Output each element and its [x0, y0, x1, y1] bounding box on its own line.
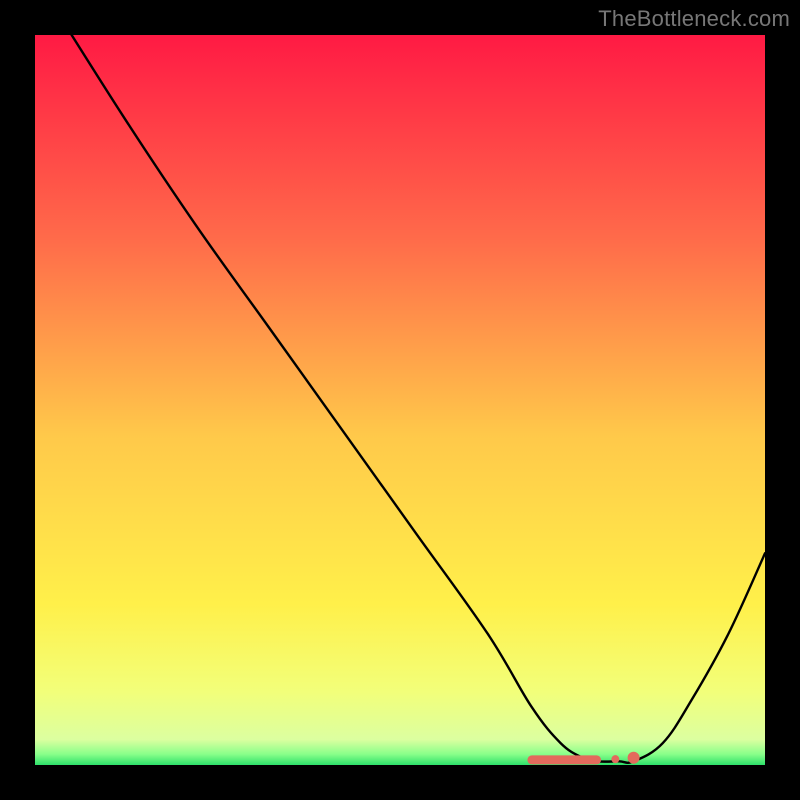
marker-dot: [611, 755, 619, 763]
gradient-background: [35, 35, 765, 765]
marker-run: [527, 755, 601, 764]
watermark-text: TheBottleneck.com: [598, 6, 790, 32]
plot-area: [35, 35, 765, 765]
marker-dot: [628, 752, 640, 764]
chart-frame: TheBottleneck.com: [0, 0, 800, 800]
chart-svg: [35, 35, 765, 765]
